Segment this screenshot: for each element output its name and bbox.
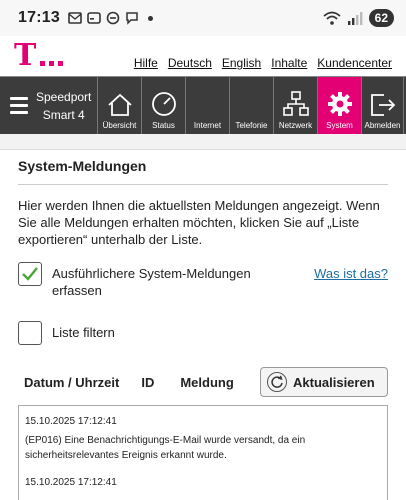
- filter-checkbox[interactable]: [18, 321, 42, 345]
- nav-ubersicht[interactable]: Übersicht: [98, 77, 142, 134]
- filter-checkbox-label[interactable]: Liste filtern: [52, 324, 272, 341]
- caption-icon: [87, 12, 101, 24]
- page-title: System-Meldungen: [18, 158, 388, 185]
- gear-icon: [327, 92, 352, 116]
- log-entry: 15.10.2025 17:12:41 (EP016) Eine Benachr…: [25, 416, 381, 463]
- telekom-logo[interactable]: T: [14, 38, 64, 73]
- nav-label: Netzwerk: [278, 121, 313, 130]
- verbose-option-row: Ausführlichere System-Meldungen erfassen…: [18, 262, 388, 299]
- network-icon: [282, 91, 309, 116]
- logout-icon: [370, 94, 395, 116]
- nav-system[interactable]: System: [318, 77, 362, 134]
- battery-indicator: 62: [368, 9, 394, 27]
- log-timestamp: 15.10.2025 17:12:41: [25, 477, 117, 488]
- hamburger-icon[interactable]: [10, 97, 28, 114]
- nav-label: System: [326, 121, 353, 130]
- menu-brand[interactable]: Speedport Smart 4: [0, 77, 98, 134]
- verbose-checkbox[interactable]: [18, 262, 42, 286]
- link-hilfe[interactable]: Hilfe: [134, 56, 158, 70]
- logo-dot: [58, 61, 64, 66]
- site-header: T Hilfe Deutsch English Inhalte Kundence…: [0, 36, 406, 76]
- nav-label: Telefonie: [235, 121, 268, 130]
- log-entry: 15.10.2025 17:12:41: [25, 477, 381, 488]
- logo-dot: [40, 61, 46, 66]
- column-message: Meldung: [180, 374, 234, 390]
- logo-letter: T: [14, 38, 37, 73]
- verbose-checkbox-label[interactable]: Ausführlichere System-Meldungen erfassen: [52, 265, 272, 299]
- status-bar: 17:13 62: [0, 0, 406, 36]
- refresh-button[interactable]: Aktualisieren: [260, 367, 388, 397]
- link-inhalte[interactable]: Inhalte: [271, 56, 307, 70]
- help-link[interactable]: Was ist das?: [314, 266, 388, 281]
- log-list[interactable]: 15.10.2025 17:12:41 (EP016) Eine Benachr…: [18, 405, 388, 500]
- nav-label: Internet: [193, 121, 222, 130]
- nav-telefonie[interactable]: Telefonie: [230, 77, 274, 134]
- link-deutsch[interactable]: Deutsch: [168, 56, 212, 70]
- refresh-icon: [267, 372, 287, 392]
- device-name-line1: Speedport: [36, 89, 92, 104]
- nav-abmelden[interactable]: Abmelden: [362, 77, 404, 134]
- nav-netzwerk[interactable]: Netzwerk: [274, 77, 318, 134]
- more-notifications-dot: [147, 15, 153, 21]
- mail-icon: [68, 12, 82, 24]
- nav-label: Abmelden: [364, 121, 401, 130]
- nav-status[interactable]: Status: [142, 77, 186, 134]
- column-id: ID: [141, 374, 155, 390]
- nav-label: Übersicht: [102, 121, 137, 130]
- status-time: 17:13: [18, 9, 60, 26]
- nav-label: Status: [152, 121, 175, 130]
- nav-internet[interactable]: Internet: [186, 77, 230, 134]
- link-english[interactable]: English: [222, 56, 261, 70]
- main-nav: Speedport Smart 4 Übersicht Status Inter…: [0, 76, 406, 134]
- header-links: Hilfe Deutsch English Inhalte Kundencent…: [134, 56, 392, 70]
- signal-icon: [347, 12, 363, 25]
- main-content: System-Meldungen Hier werden Ihnen die a…: [0, 158, 406, 500]
- link-icon: [106, 11, 120, 25]
- device-name-line2: Smart 4: [42, 107, 85, 122]
- refresh-button-label: Aktualisieren: [293, 374, 375, 390]
- chat-icon: [126, 12, 138, 25]
- home-icon: [107, 93, 132, 116]
- link-kundencenter[interactable]: Kundencenter: [317, 56, 392, 70]
- log-message: (EP016) Eine Benachrichtigungs-E-Mail wu…: [25, 435, 306, 461]
- gauge-icon: [151, 92, 176, 116]
- logo-dot: [49, 61, 55, 66]
- device-name: Speedport Smart 4: [36, 88, 91, 124]
- checkmark-icon: [22, 267, 38, 281]
- notification-icons: [68, 11, 153, 25]
- wifi-icon: [323, 11, 341, 25]
- log-timestamp: 15.10.2025 17:12:41: [25, 416, 117, 427]
- subheader-bar: [0, 134, 406, 150]
- log-table-header: Datum / Uhrzeit ID Meldung Aktualisieren: [18, 367, 388, 397]
- intro-text: Hier werden Ihnen die aktuellsten Meldun…: [18, 198, 380, 247]
- filter-option-row: Liste filtern: [18, 321, 388, 345]
- column-date: Datum / Uhrzeit: [24, 374, 120, 390]
